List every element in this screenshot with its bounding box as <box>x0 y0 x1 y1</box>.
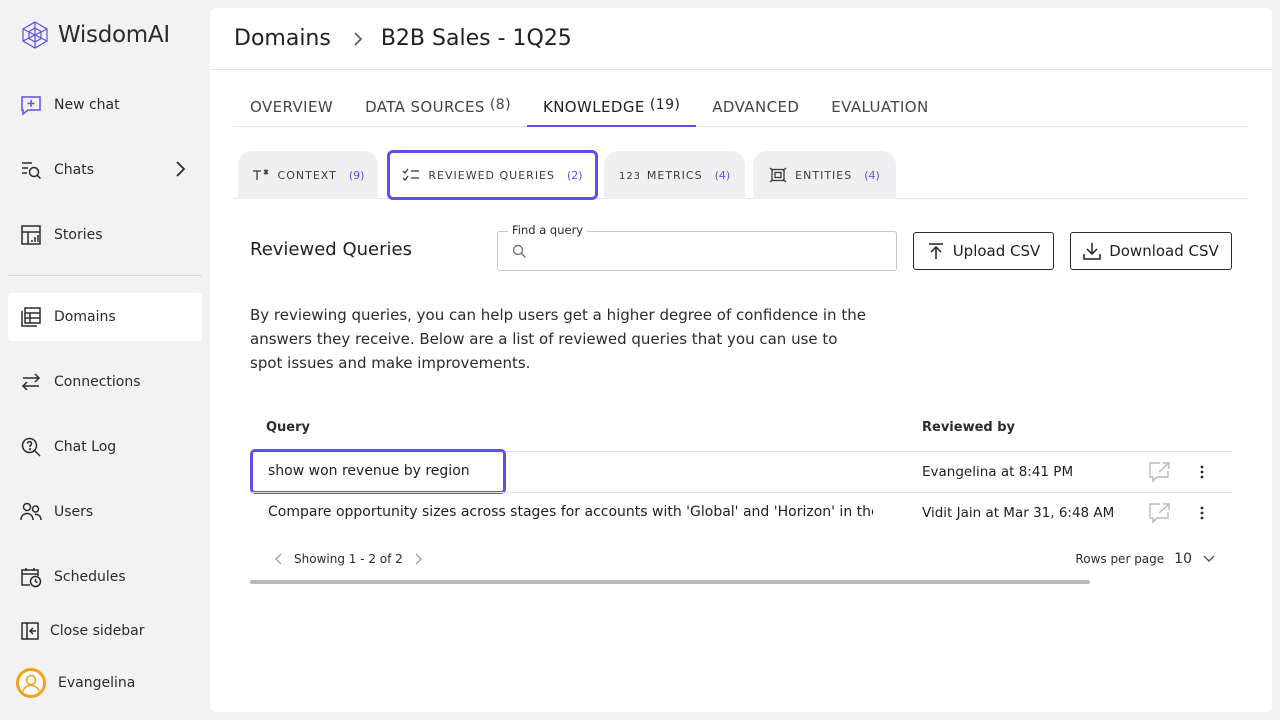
user-profile[interactable]: Evangelina <box>16 668 135 698</box>
sidebar-divider <box>8 275 202 276</box>
table-row[interactable]: Compare opportunity sizes across stages … <box>250 492 1232 533</box>
chevron-right-icon[interactable] <box>413 552 423 566</box>
download-csv-button[interactable]: Download CSV <box>1070 232 1232 270</box>
tab-evaluation[interactable]: EVALUATION <box>815 80 944 127</box>
query-text[interactable]: show won revenue by region <box>268 463 873 479</box>
section-description: By reviewing queries, you can help users… <box>250 306 866 372</box>
section-title: Reviewed Queries <box>250 239 412 260</box>
tab-overview[interactable]: OVERVIEW <box>234 80 349 127</box>
sidebar-item-new-chat[interactable]: New chat <box>8 81 202 129</box>
app-name: WisdomAI <box>58 22 170 48</box>
table-row[interactable]: show won revenue by region Evangelina at… <box>250 449 1232 494</box>
sidebar-item-label: Connections <box>54 374 141 390</box>
chevron-right-icon[interactable] <box>174 160 186 178</box>
stories-icon <box>21 225 41 245</box>
sidebar-item-label: Chats <box>54 162 95 178</box>
domains-icon <box>21 307 41 327</box>
checklist-icon <box>402 168 420 181</box>
rows-per-page-label: Rows per page <box>1075 552 1165 566</box>
sub-tabs: CONTEXT (9) REVIEWED QUERIES (2) 123 METRI… <box>234 150 1248 200</box>
breadcrumb-root[interactable]: Domains <box>234 26 331 51</box>
sidebar-item-schedules[interactable]: Schedules <box>8 553 202 601</box>
subtab-metrics[interactable]: 123 METRICS (4) <box>604 151 745 199</box>
search-input[interactable] <box>534 240 884 262</box>
download-icon <box>1083 243 1101 260</box>
breadcrumb-current: B2B Sales - 1Q25 <box>380 26 572 51</box>
user-name: Evangelina <box>58 675 136 691</box>
query-text[interactable]: Compare opportunity sizes across stages … <box>268 504 873 520</box>
more-options-icon[interactable] <box>1196 464 1208 480</box>
text-icon <box>252 169 269 180</box>
users-icon <box>20 502 42 521</box>
rows-per-page[interactable]: Rows per page 10 <box>1075 551 1216 567</box>
rows-per-page-value[interactable]: 10 <box>1174 551 1192 567</box>
tab-data-sources[interactable]: DATA SOURCES (8) <box>349 80 527 127</box>
new-chat-icon <box>21 96 41 116</box>
chats-icon <box>22 162 42 180</box>
chevron-right-icon <box>354 31 362 46</box>
sidebar-item-label: Domains <box>54 309 116 325</box>
open-chat-icon[interactable] <box>1148 502 1172 524</box>
sidebar-item-domains[interactable]: Domains <box>8 293 202 341</box>
sidebar-item-chat-log[interactable]: Chat Log <box>8 423 202 471</box>
sidebar-item-label: Chat Log <box>54 439 117 455</box>
column-header-query[interactable]: Query <box>266 420 310 435</box>
upload-icon <box>928 243 943 259</box>
sidebar-item-close-sidebar[interactable]: Close sidebar <box>8 607 202 655</box>
chevron-down-icon[interactable] <box>1202 554 1216 564</box>
reviewed-by-text: Evangelina at 8:41 PM <box>922 464 1074 480</box>
tab-knowledge[interactable]: KNOWLEDGE (19) <box>526 80 697 127</box>
numbers-icon: 123 <box>619 171 639 182</box>
pagination-text: Showing 1 - 2 of 2 <box>294 552 403 566</box>
sidebar-item-label: Schedules <box>54 569 126 585</box>
column-header-reviewed-by[interactable]: Reviewed by <box>922 420 1015 435</box>
more-options-icon[interactable] <box>1196 505 1208 521</box>
svg-text:123: 123 <box>619 171 639 182</box>
chevron-left-icon[interactable] <box>274 552 284 566</box>
subtab-context[interactable]: CONTEXT (9) <box>238 151 378 199</box>
tab-advanced[interactable]: ADVANCED <box>696 80 815 127</box>
sidebar-item-chats[interactable]: Chats <box>8 146 202 194</box>
upload-csv-button[interactable]: Upload CSV <box>913 232 1054 270</box>
connections-icon <box>21 373 41 391</box>
pagination: Showing 1 - 2 of 2 <box>274 552 423 566</box>
search-field[interactable]: Find a query <box>497 223 897 271</box>
close-sidebar-icon <box>21 622 39 640</box>
logo[interactable]: WisdomAI <box>20 20 170 50</box>
subtab-entities[interactable]: ENTITIES (4) <box>753 151 896 199</box>
avatar <box>16 668 46 698</box>
sidebar-item-users[interactable]: Users <box>8 488 202 536</box>
open-chat-icon[interactable] <box>1148 461 1172 483</box>
chat-log-icon <box>21 437 41 457</box>
subtab-reviewed-queries[interactable]: REVIEWED QUERIES (2) <box>387 150 598 200</box>
sidebar-item-connections[interactable]: Connections <box>8 358 202 406</box>
entity-icon <box>769 167 787 183</box>
sidebar-item-stories[interactable]: Stories <box>8 211 202 259</box>
schedules-icon <box>21 568 42 588</box>
wisdomai-logo-icon <box>22 21 48 49</box>
reviewed-by-text: Vidit Jain at Mar 31, 6:48 AM <box>922 505 1115 521</box>
horizontal-scrollbar[interactable] <box>250 580 1090 584</box>
top-tabs: OVERVIEW DATA SOURCES (8) KNOWLEDGE (19)… <box>234 80 1248 127</box>
sidebar-item-label: Close sidebar <box>50 623 145 639</box>
sidebar-item-label: Users <box>54 504 94 520</box>
sidebar: WisdomAI New chat Chats Stories Domains … <box>0 0 210 720</box>
search-label: Find a query <box>508 223 588 237</box>
sidebar-item-label: New chat <box>54 97 120 113</box>
search-icon <box>512 244 526 258</box>
breadcrumb: Domains B2B Sales - 1Q25 <box>210 8 1272 70</box>
main-panel: Domains B2B Sales - 1Q25 OVERVIEW DATA S… <box>210 8 1272 712</box>
user-avatar-icon <box>19 671 43 695</box>
sidebar-item-label: Stories <box>54 227 103 243</box>
